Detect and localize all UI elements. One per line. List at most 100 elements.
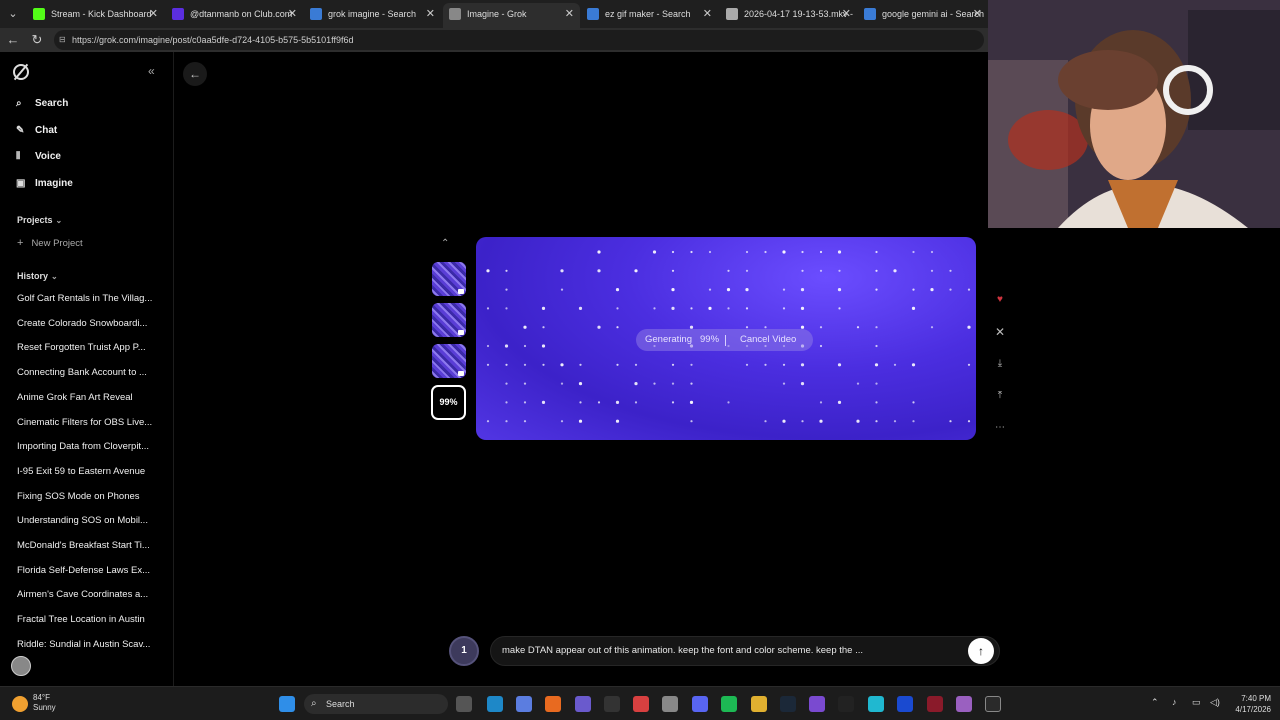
browser-tab[interactable]: grok imagine - Search ✕	[304, 3, 441, 28]
browser-tab[interactable]: @dtanmanb on Club.com ✕	[166, 3, 303, 28]
back-button[interactable]: ←	[183, 62, 207, 86]
close-tab-icon[interactable]: ✕	[703, 3, 712, 25]
steam-icon[interactable]	[780, 696, 796, 712]
browser-tab[interactable]: google gemini ai - Search ✕	[858, 3, 988, 28]
app-icon[interactable]	[956, 696, 972, 712]
history-item[interactable]: Understanding SOS on Mobil...	[17, 515, 157, 526]
file-explorer-icon[interactable]	[751, 696, 767, 712]
avatar[interactable]	[11, 656, 31, 676]
app-icon[interactable]	[809, 696, 825, 712]
send-arrow-icon[interactable]: ↑	[968, 638, 994, 664]
microphone-icon[interactable]: ♪	[1172, 697, 1177, 707]
generating-thumbnail[interactable]: 99%	[431, 385, 466, 420]
edge-icon[interactable]	[487, 696, 503, 712]
nav-search[interactable]: ⌕ Search	[16, 95, 68, 113]
app-icon[interactable]	[838, 696, 854, 712]
history-item[interactable]: Fixing SOS Mode on Phones	[17, 491, 157, 502]
discord-icon[interactable]	[692, 696, 708, 712]
cancel-video-button[interactable]: Cancel Video	[740, 329, 796, 351]
history-item[interactable]: Airmen's Cave Coordinates a...	[17, 589, 157, 600]
history-item[interactable]: McDonald's Breakfast Start Ti...	[17, 540, 157, 551]
site-info-icon[interactable]: ⊟	[59, 30, 66, 50]
video-thumbnail[interactable]	[432, 303, 466, 337]
weather-widget[interactable]: 84°F Sunny	[33, 693, 56, 713]
download-icon[interactable]: ⤓	[990, 354, 1010, 374]
app-icon[interactable]	[575, 696, 591, 712]
history-item[interactable]: Importing Data from Cloverpit...	[17, 441, 157, 452]
more-options-icon[interactable]: ⋯	[990, 418, 1010, 438]
history-item[interactable]: Golf Cart Rentals in The Villag...	[17, 293, 157, 304]
prompt-input[interactable]: make DTAN appear out of this animation. …	[490, 636, 1000, 666]
close-tab-icon[interactable]: ✕	[149, 3, 158, 25]
nav-chat-label: Chat	[35, 125, 58, 136]
music-icon[interactable]	[662, 696, 678, 712]
particle-dot	[726, 288, 731, 292]
volume-icon[interactable]: ◁)	[1210, 697, 1220, 708]
close-tab-icon[interactable]: ✕	[426, 3, 435, 25]
system-clock[interactable]: 7:40 PM 4/17/2026	[1227, 693, 1271, 715]
back-arrow-icon[interactable]: ←	[4, 31, 22, 49]
refresh-icon[interactable]: ↻	[28, 31, 46, 49]
obs-icon[interactable]	[604, 696, 620, 712]
particle-dot	[819, 269, 823, 272]
history-item[interactable]: Fractal Tree Location in Austin	[17, 614, 157, 625]
close-tab-icon[interactable]: ✕	[842, 3, 851, 25]
nav-voice[interactable]: ⫴ Voice	[16, 148, 61, 166]
video-thumbnail[interactable]	[432, 344, 466, 378]
particle-dot	[745, 269, 749, 272]
chevron-up-icon[interactable]: ⌃	[441, 238, 449, 249]
nav-chat[interactable]: ✎ Chat	[16, 122, 57, 140]
app-icon[interactable]	[985, 696, 1001, 712]
app-icon[interactable]	[868, 696, 884, 712]
history-header[interactable]: History ⌄	[17, 271, 58, 281]
history-item[interactable]: Cinematic Filters for OBS Live...	[17, 417, 157, 428]
nav-imagine[interactable]: ▣ Imagine	[16, 175, 73, 193]
particle-dot	[930, 288, 934, 292]
heart-icon[interactable]: ♥	[990, 290, 1010, 310]
particle-dot	[523, 325, 527, 329]
new-project-button[interactable]: + New Project	[17, 237, 83, 249]
url-field[interactable]: ⊟ https://grok.com/imagine/post/c0aa5dfe…	[54, 30, 984, 50]
history-item[interactable]: Anime Grok Fan Art Reveal	[17, 392, 157, 403]
history-item[interactable]: Riddle: Sundial in Austin Scav...	[17, 639, 157, 650]
particle-dot	[689, 400, 694, 404]
particle-dot	[930, 326, 934, 329]
collapse-sidebar-icon[interactable]: «	[148, 64, 155, 78]
particle-dot	[875, 401, 878, 404]
history-item[interactable]: Florida Self-Defense Laws Ex...	[17, 565, 157, 576]
projects-header[interactable]: Projects ⌄	[17, 215, 62, 225]
browser-tab-label: 2026-04-17 19-13-53.mkv -	[744, 9, 854, 19]
browser-tab[interactable]: 2026-04-17 19-13-53.mkv - ✕	[720, 3, 857, 28]
history-item[interactable]: Connecting Bank Account to ...	[17, 367, 157, 378]
weather-sun-icon[interactable]	[12, 696, 28, 712]
taskbar-search[interactable]: ⌕ Search	[304, 694, 448, 714]
tray-chevron-up-icon[interactable]: ⌃	[1151, 697, 1159, 708]
x-share-icon[interactable]: ✕	[990, 322, 1010, 342]
task-view-icon[interactable]	[456, 696, 472, 712]
browser-tab[interactable]: ez gif maker - Search ✕	[581, 3, 718, 28]
browser-tab[interactable]: Imagine - Grok ✕	[443, 3, 580, 28]
browser-tab[interactable]: Stream - Kick Dashboard ✕	[27, 3, 164, 28]
particle-dot	[690, 420, 693, 423]
spotify-icon[interactable]	[721, 696, 737, 712]
generation-count-badge[interactable]: 1	[449, 636, 479, 666]
display-icon[interactable]: ▭	[1192, 697, 1201, 708]
app-icon[interactable]	[927, 696, 943, 712]
particle-dot	[634, 382, 638, 386]
share-icon[interactable]: ⤒	[990, 386, 1010, 406]
firefox-icon[interactable]	[545, 696, 561, 712]
history-item[interactable]: Create Colorado Snowboardi...	[17, 318, 157, 329]
tab-menu-chevron-icon[interactable]: ⌄	[4, 5, 22, 23]
windows-start-icon[interactable]	[279, 696, 295, 712]
app-icon[interactable]	[633, 696, 649, 712]
close-tab-icon[interactable]: ✕	[565, 3, 574, 25]
copilot-icon[interactable]	[516, 696, 532, 712]
video-thumbnail[interactable]	[432, 262, 466, 296]
grok-logo-icon[interactable]	[13, 64, 29, 80]
close-tab-icon[interactable]: ✕	[973, 3, 982, 25]
close-tab-icon[interactable]: ✕	[288, 3, 297, 25]
history-item[interactable]: Reset Forgotten Truist App P...	[17, 342, 157, 353]
fx-icon[interactable]	[897, 696, 913, 712]
particle-dot	[875, 250, 878, 254]
history-item[interactable]: I-95 Exit 59 to Eastern Avenue	[17, 466, 157, 477]
